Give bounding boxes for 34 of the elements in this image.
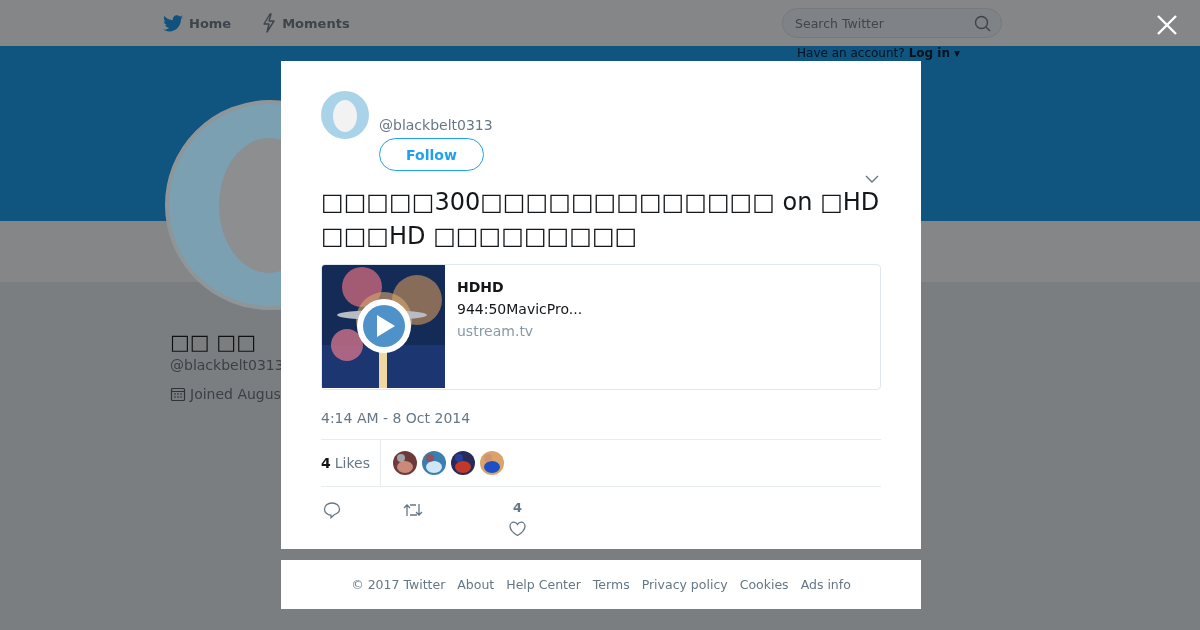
- profile-name: □□ □□: [170, 330, 258, 354]
- follow-button[interactable]: Follow: [379, 138, 484, 171]
- joined-date: Joined Augus: [190, 386, 281, 402]
- retweet-icon[interactable]: [403, 502, 423, 518]
- caret-icon[interactable]: [865, 175, 879, 183]
- egg-avatar-icon: [321, 91, 369, 139]
- card-title: HDHD: [457, 278, 505, 297]
- footer-link[interactable]: Terms: [592, 577, 630, 592]
- tweet-text: □□□□□300□□□□□□□□□□□□□ on □HD□□□HD □□□□□□□□□: [321, 187, 881, 252]
- footer-link[interactable]: Ads info: [800, 577, 851, 592]
- bird-icon: [163, 14, 183, 32]
- account-prompt: Have an account?: [797, 46, 905, 60]
- footer-link[interactable]: About: [457, 577, 495, 592]
- search-field[interactable]: Search Twitter: [782, 8, 1002, 38]
- footer-link[interactable]: Help Center: [506, 577, 581, 592]
- calendar-icon: [170, 386, 186, 402]
- card-domain: ustream.tv: [457, 322, 535, 341]
- search-icon: [974, 15, 991, 32]
- reply-icon[interactable]: [323, 501, 341, 519]
- nav-link[interactable]: Moments: [262, 13, 350, 33]
- footer-link[interactable]: Cookies: [739, 577, 789, 592]
- heart-icon[interactable]: [509, 521, 526, 537]
- user-handle: @blackbelt0313: [379, 117, 493, 133]
- lightning-icon: [262, 13, 277, 33]
- card-description: 944:50MavicPro...: [457, 300, 583, 319]
- footer-link[interactable]: Privacy policy: [641, 577, 728, 592]
- profile-handle: @blackbelt0313: [170, 357, 284, 373]
- nav-link[interactable]: Home: [163, 13, 232, 33]
- likes-count[interactable]: 4 Likes: [321, 440, 381, 486]
- tweet-timestamp: 4:14 AM - 8 Oct 2014: [321, 410, 881, 440]
- link-card[interactable]: HDHD 944:50MavicPro... ustream.tv: [321, 264, 881, 390]
- like-count: 4: [512, 500, 522, 515]
- close-icon[interactable]: [1156, 14, 1178, 36]
- copyright-text: © 2017 Twitter: [351, 577, 446, 592]
